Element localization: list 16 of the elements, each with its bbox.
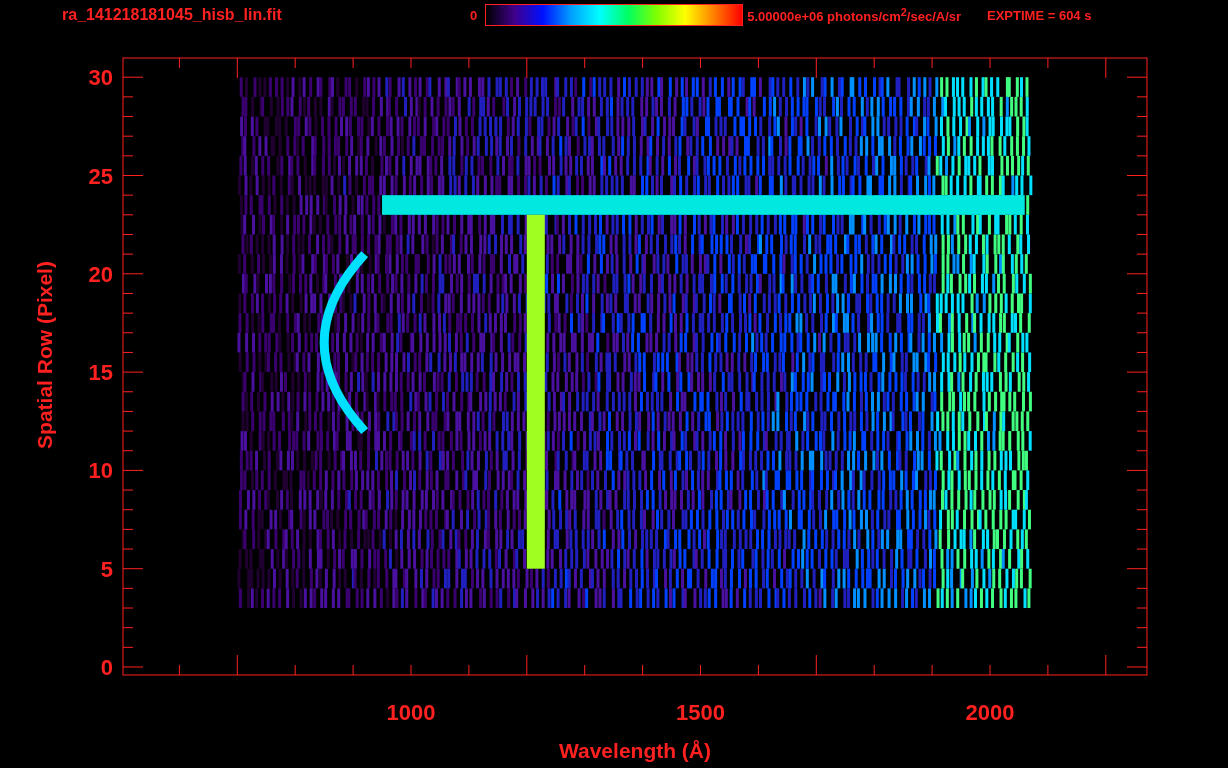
- x-tick-label: 2000: [965, 700, 1015, 725]
- file-title: ra_141218181045_hisb_lin.fit: [62, 6, 283, 24]
- y-tick-label: 10: [88, 458, 113, 484]
- y-tick-label: 30: [88, 65, 113, 91]
- y-tick-label: 15: [88, 360, 113, 386]
- x-tick-label: 1500: [676, 700, 725, 725]
- colorbar-max-label: 5.00000e+06 photons/cm$^{2}$/sec/A/sr: [747, 5, 962, 25]
- y-axis-label: Spatial Row (Pixel): [33, 261, 56, 449]
- y-tick-label: 25: [88, 163, 113, 189]
- x-tick-label: 1000: [386, 700, 436, 725]
- y-tick-label: 5: [100, 556, 113, 582]
- colorbar-min-label: 0: [470, 7, 478, 23]
- x-axis-label: Wavelength (Å): [558, 739, 712, 762]
- y-tick-label: 0: [100, 655, 113, 680]
- exposure-time: EXPTIME = 604 s: [987, 7, 1092, 23]
- y-tick-label: 20: [88, 261, 113, 287]
